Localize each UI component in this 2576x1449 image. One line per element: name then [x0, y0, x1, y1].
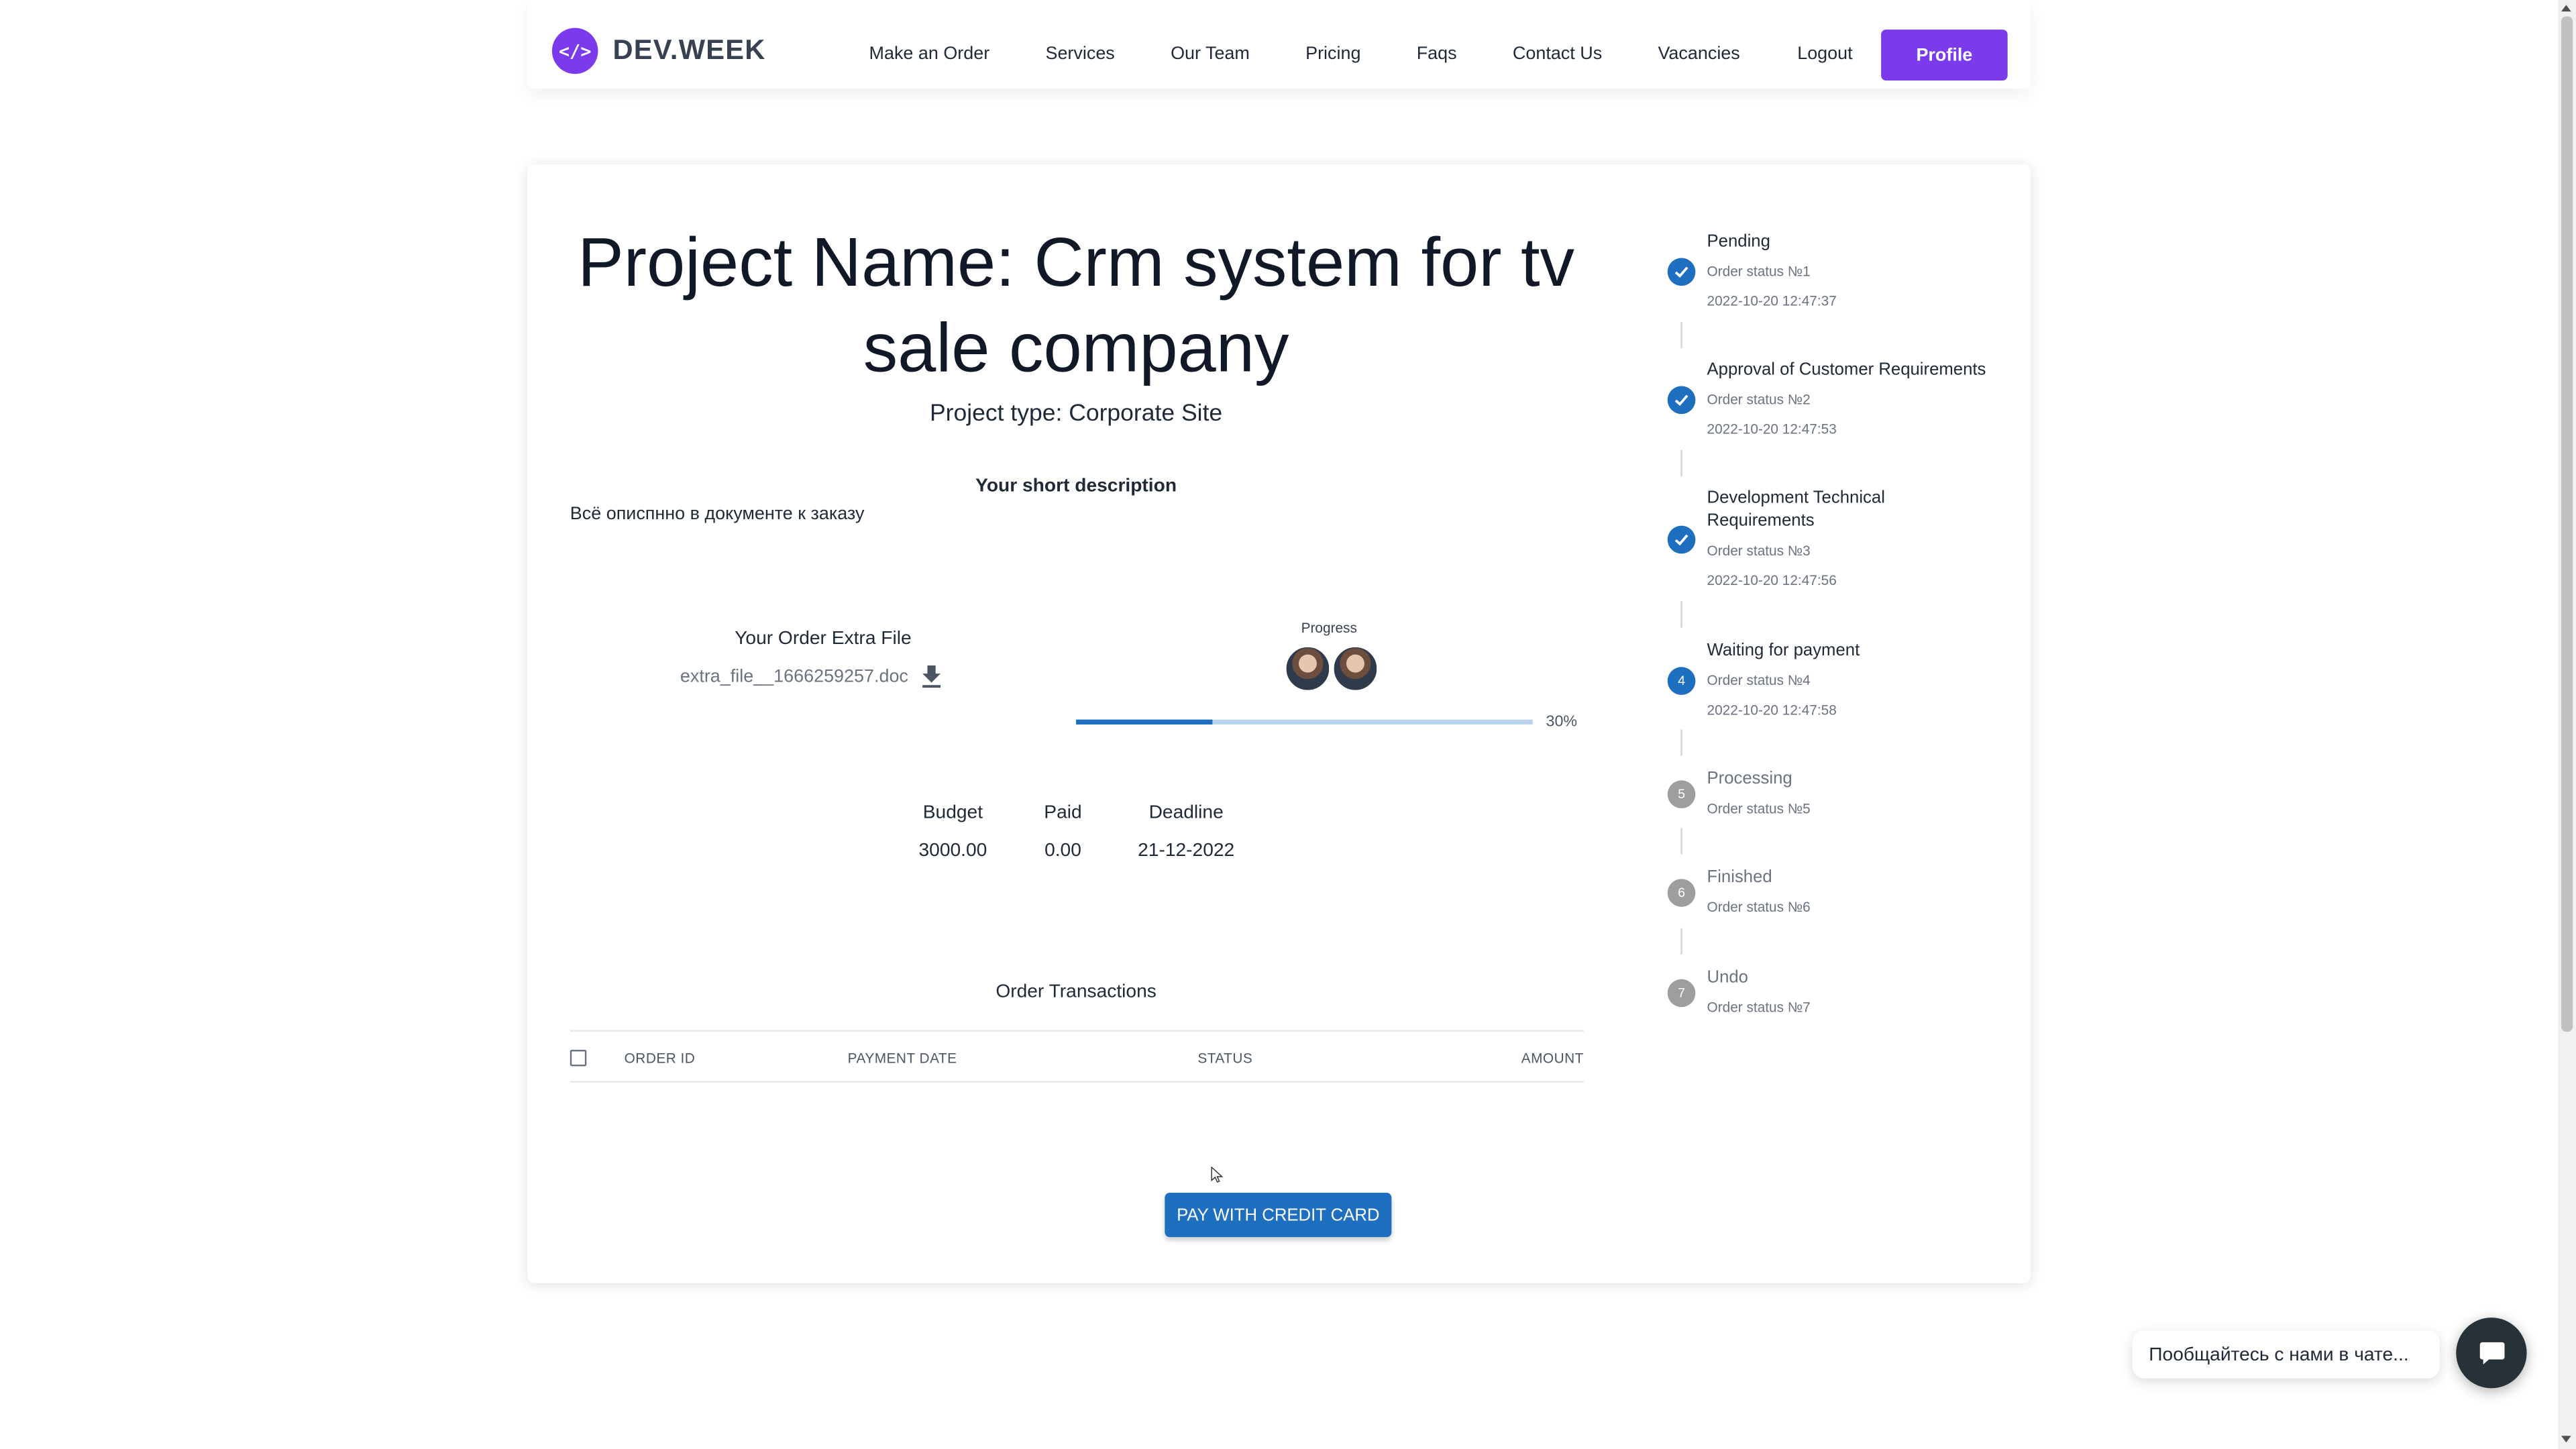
step-connector	[1680, 601, 1682, 628]
extra-file[interactable]: extra_file__1666259257.doc	[680, 665, 941, 688]
step-number: 4	[1667, 667, 1696, 695]
column-order-id[interactable]: ORDER ID	[625, 1050, 696, 1066]
step-title: Development Technical Requirements	[1707, 488, 1885, 531]
step-number: 6	[1667, 879, 1696, 907]
nav-faqs[interactable]: Faqs	[1417, 44, 1457, 64]
deadline-value: 21-12-2022	[1138, 841, 1235, 861]
step-title: Undo	[1707, 967, 1749, 987]
budget-label: Budget	[922, 803, 983, 823]
step-title: Pending	[1707, 231, 1770, 252]
chat-prompt[interactable]: Пообщайтесь с нами в чате...	[2132, 1330, 2440, 1379]
step-title: Finished	[1707, 867, 1772, 888]
step-date: 2022-10-20 12:47:37	[1707, 292, 1837, 309]
team-avatars	[1285, 645, 1379, 692]
download-icon[interactable]	[922, 665, 941, 688]
avatar	[1332, 645, 1379, 692]
nav-contact-us[interactable]: Contact Us	[1513, 44, 1602, 64]
column-status[interactable]: STATUS	[1197, 1050, 1252, 1066]
nav-make-order[interactable]: Make an Order	[869, 44, 990, 64]
step-subtitle: Order status №3	[1707, 542, 1811, 559]
navbar: </> DEV.WEEK Make an Order Services Our …	[527, 0, 2031, 89]
description-text: Всё описпнно в документе к заказу	[570, 504, 865, 525]
step-connector	[1680, 450, 1682, 477]
logo-text: DEV.WEEK	[612, 34, 766, 66]
step-number: 5	[1667, 780, 1696, 808]
step-title: Processing	[1707, 769, 1792, 789]
select-all-checkbox[interactable]	[570, 1049, 587, 1067]
step-connector	[1680, 928, 1682, 955]
paid-label: Paid	[1044, 803, 1082, 823]
page-scrollbar[interactable]	[2558, 0, 2576, 1449]
progress-label: Progress	[1301, 619, 1357, 636]
step-title: Waiting for payment	[1707, 641, 1860, 661]
step-title: Approval of Customer Requirements	[1707, 360, 1986, 380]
step-subtitle: Order status №1	[1707, 262, 1811, 280]
step-date: 2022-10-20 12:47:53	[1707, 420, 1837, 437]
column-payment-date[interactable]: PAYMENT DATE	[848, 1050, 957, 1066]
file-heading: Your Order Extra File	[735, 629, 912, 649]
nav-services[interactable]: Services	[1045, 44, 1114, 64]
step-date: 2022-10-20 12:47:56	[1707, 572, 1837, 588]
mouse-cursor-icon	[1211, 1166, 1224, 1183]
progress-percent: 30%	[1546, 712, 1578, 731]
description-heading: Your short description	[975, 476, 1177, 496]
step-connector	[1680, 729, 1682, 756]
check-icon	[1667, 258, 1696, 286]
logo[interactable]: </> DEV.WEEK	[551, 28, 766, 74]
column-amount[interactable]: AMOUNT	[1521, 1050, 1584, 1066]
chat-icon	[2479, 1342, 2504, 1364]
step-subtitle: Order status №5	[1707, 800, 1811, 817]
pay-with-credit-card-button[interactable]: PAY WITH CREDIT CARD	[1165, 1192, 1392, 1238]
step-number: 7	[1667, 979, 1696, 1008]
paid-value: 0.00	[1044, 841, 1081, 861]
file-name[interactable]: extra_file__1666259257.doc	[680, 667, 908, 686]
step-date: 2022-10-20 12:47:58	[1707, 701, 1837, 718]
nav-our-team[interactable]: Our Team	[1171, 44, 1250, 64]
step-subtitle: Order status №7	[1707, 998, 1811, 1016]
transactions-heading: Order Transactions	[996, 982, 1157, 1002]
project-type: Project type: Corporate Site	[929, 400, 1223, 427]
step-connector	[1680, 828, 1682, 855]
progress-bar-fill	[1076, 719, 1214, 725]
scroll-up-icon[interactable]	[2561, 5, 2571, 12]
budget-value: 3000.00	[918, 841, 987, 861]
progress-bar	[1076, 719, 1533, 725]
code-icon: </>	[551, 28, 598, 74]
step-connector	[1680, 322, 1682, 349]
deadline-label: Deadline	[1148, 803, 1224, 823]
scroll-thumb[interactable]	[2561, 16, 2573, 1032]
step-subtitle: Order status №2	[1707, 390, 1811, 408]
step-subtitle: Order status №4	[1707, 672, 1811, 689]
scroll-down-icon[interactable]	[2561, 1436, 2571, 1443]
transactions-table: ORDER ID PAYMENT DATE STATUS AMOUNT	[570, 1030, 1584, 1083]
nav-pricing[interactable]: Pricing	[1305, 44, 1360, 64]
chat-button[interactable]	[2456, 1318, 2527, 1389]
check-icon	[1667, 386, 1696, 415]
check-icon	[1667, 525, 1696, 554]
project-title: Project Name: Crm system for tv sale com…	[578, 223, 1575, 386]
avatar	[1285, 645, 1331, 692]
logout-link[interactable]: Logout	[1797, 44, 1852, 64]
nav-links: Make an Order Services Our Team Pricing …	[869, 44, 1796, 64]
nav-vacancies[interactable]: Vacancies	[1658, 44, 1739, 64]
profile-button[interactable]: Profile	[1881, 30, 2008, 81]
step-subtitle: Order status №6	[1707, 898, 1811, 916]
order-card: Project Name: Crm system for tv sale com…	[527, 164, 2031, 1283]
